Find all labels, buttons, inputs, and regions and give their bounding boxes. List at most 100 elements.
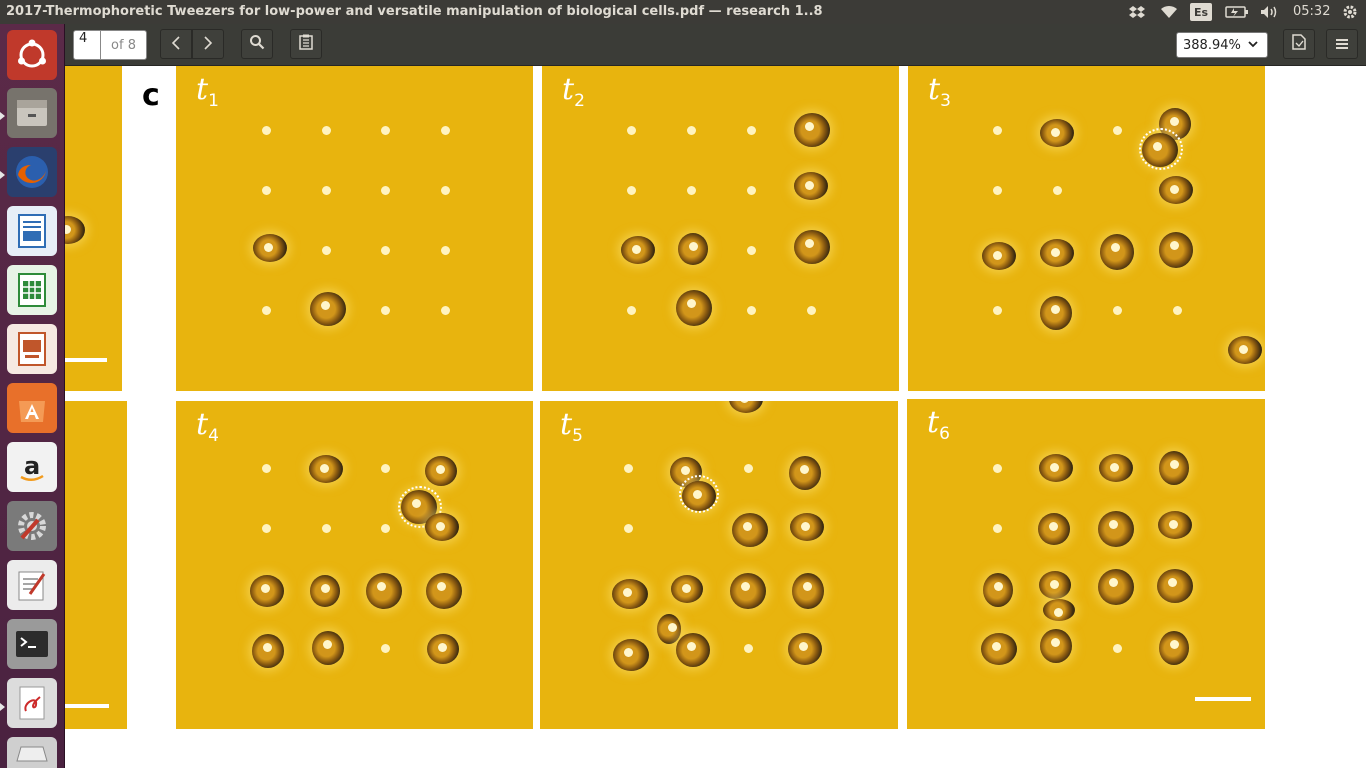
cell (676, 290, 712, 326)
impress-icon[interactable] (7, 324, 57, 374)
settings-gear-icon[interactable] (1340, 3, 1360, 21)
menu-button[interactable] (1326, 29, 1358, 59)
previous-page-button[interactable] (160, 29, 192, 59)
terminal-icon[interactable] (7, 619, 57, 669)
cell (981, 633, 1017, 665)
cell (1040, 296, 1072, 330)
cell (794, 172, 828, 200)
annotations-button[interactable] (290, 29, 322, 59)
cell (1157, 569, 1193, 603)
figure-panel-t1: t1 (176, 66, 533, 391)
svg-text:a: a (24, 452, 40, 480)
writer-icon[interactable] (7, 206, 57, 256)
cell (425, 456, 457, 486)
cell (678, 233, 708, 265)
cell (730, 573, 766, 609)
panel-label: t5 (560, 407, 583, 446)
running-indicator (0, 703, 5, 711)
wifi-icon[interactable] (1159, 3, 1179, 21)
drive-icon[interactable] (7, 737, 57, 768)
ubuntu-dash-icon[interactable] (7, 30, 57, 80)
cell (657, 614, 681, 644)
calc-icon[interactable] (7, 265, 57, 315)
software-center-icon[interactable] (7, 383, 57, 433)
figure-panel-t6: t6 (907, 399, 1265, 729)
cell (1040, 119, 1074, 147)
panel-label: t2 (562, 72, 585, 111)
cell (1159, 631, 1189, 665)
figure-panel-t3: t3 (908, 66, 1265, 391)
cell (1159, 176, 1193, 204)
volume-icon[interactable] (1259, 3, 1281, 21)
document-icon (1292, 34, 1306, 54)
next-page-button[interactable] (192, 29, 224, 59)
zoom-select[interactable]: 388.94% (1176, 32, 1268, 58)
search-icon (249, 34, 265, 54)
amazon-icon[interactable]: a (7, 442, 57, 492)
cell (366, 573, 402, 609)
launcher: a (0, 24, 65, 768)
battery-icon[interactable] (1224, 3, 1250, 21)
cell (671, 575, 703, 603)
running-indicator (0, 112, 5, 120)
panel-label: t3 (928, 72, 951, 111)
document-viewer-icon[interactable] (7, 678, 57, 728)
cell (1038, 513, 1070, 545)
scale-bar (1195, 697, 1251, 701)
chevron-down-icon (1247, 38, 1259, 54)
cell (1043, 599, 1075, 621)
keyboard-layout-badge[interactable]: Es (1190, 3, 1212, 21)
cell (1039, 454, 1073, 482)
cell (425, 513, 459, 541)
figure-panel-partial-top (65, 66, 122, 391)
cell (1098, 511, 1134, 547)
figure-panel-t4: t4 (176, 401, 533, 729)
panel-label: t6 (927, 405, 950, 444)
cell (621, 236, 655, 264)
cell (613, 639, 649, 671)
figure-panel-letter: c (142, 78, 160, 113)
cell (250, 575, 284, 607)
cell (982, 242, 1016, 270)
chevron-left-icon (171, 35, 181, 54)
files-icon[interactable] (7, 88, 57, 138)
cell (1040, 629, 1072, 663)
cell (729, 401, 763, 413)
cell (794, 230, 830, 264)
text-editor-icon[interactable] (7, 560, 57, 610)
cell (1100, 234, 1134, 270)
cell (1158, 511, 1192, 539)
panel-label: t4 (196, 407, 219, 446)
cell (788, 633, 822, 665)
cell (309, 455, 343, 483)
cell (792, 573, 824, 609)
cell (65, 216, 85, 244)
cell (427, 634, 459, 664)
cell (794, 113, 830, 147)
cell (790, 513, 824, 541)
cell (1159, 232, 1193, 268)
page-view-button[interactable] (1283, 29, 1315, 59)
cell (252, 634, 284, 668)
page-total-label: of 8 (101, 30, 147, 60)
selection-ring (679, 475, 719, 513)
scale-bar (65, 358, 107, 362)
selection-ring (1139, 128, 1183, 170)
cell (426, 573, 462, 609)
viewer-toolbar: 4 of 8 388.94% (65, 24, 1366, 66)
search-button[interactable] (241, 29, 273, 59)
cell (1228, 336, 1262, 364)
dropbox-icon[interactable] (1128, 3, 1146, 21)
chevron-right-icon (203, 35, 213, 54)
running-indicator (0, 171, 5, 179)
clock[interactable]: 05:32 (1293, 4, 1330, 19)
firefox-icon[interactable] (7, 147, 57, 197)
clipboard-icon (299, 34, 313, 54)
cell (983, 573, 1013, 607)
cell (312, 631, 344, 665)
cell (1099, 454, 1133, 482)
page-number-input[interactable]: 4 (73, 30, 101, 60)
cell (612, 579, 648, 609)
system-settings-icon[interactable] (7, 501, 57, 551)
cell (310, 292, 346, 326)
